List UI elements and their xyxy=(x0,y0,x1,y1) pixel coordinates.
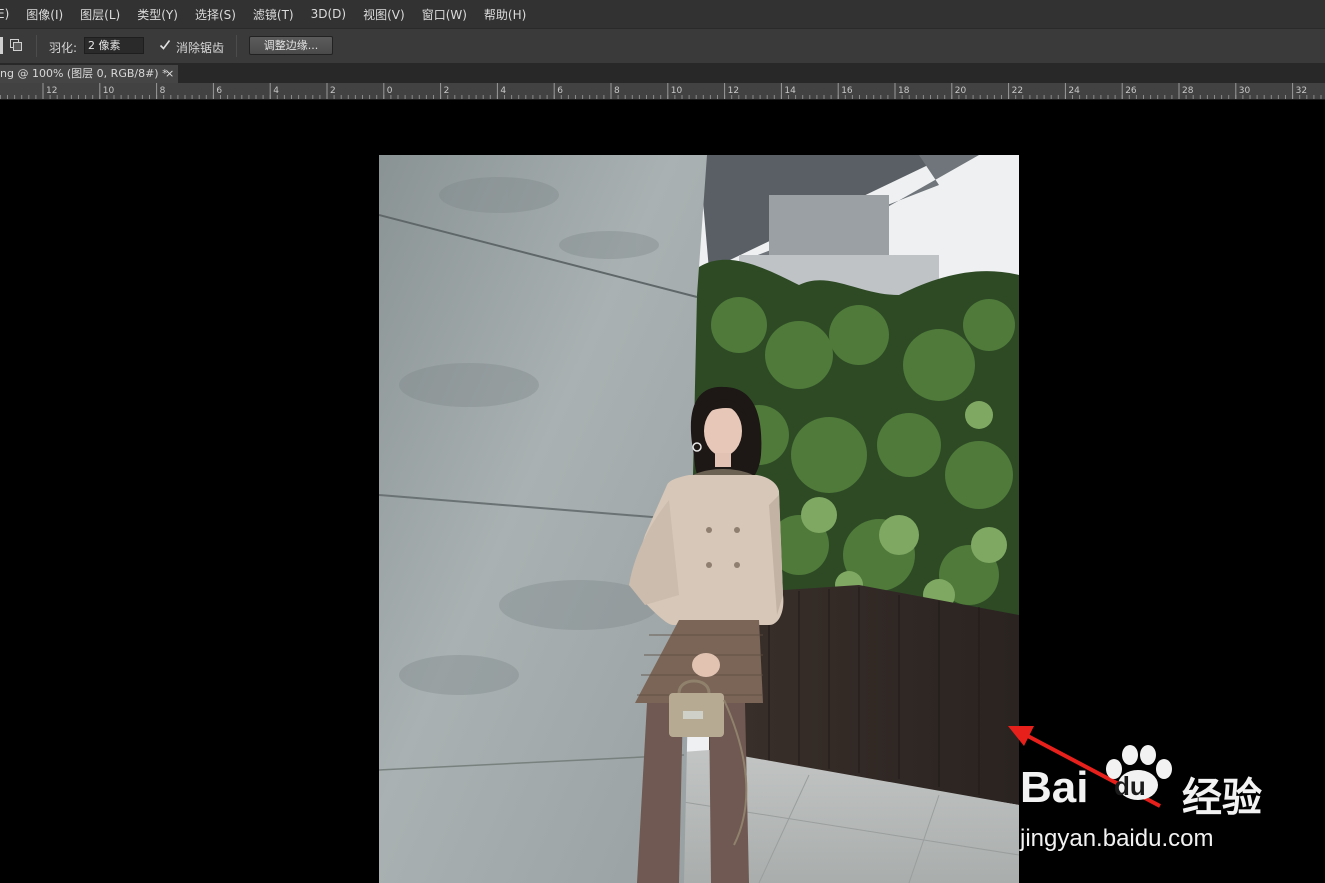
ruler-scale: 12 10 8 6 4 2 0 2 4 6 8 10 12 14 16 18 20 22 24 26 28 30 32 xyxy=(0,83,1322,99)
ruler-label: 8 xyxy=(160,86,166,96)
ruler-label: 2 xyxy=(330,86,336,96)
feather-label: 羽化: xyxy=(49,41,78,55)
menu-type[interactable]: 类型(Y) xyxy=(137,6,178,23)
baidu-brand-left: Bai xyxy=(1020,763,1089,812)
ruler-label: 20 xyxy=(955,86,967,96)
antialias-label: 消除锯齿 xyxy=(176,41,225,55)
ruler-label: 24 xyxy=(1068,86,1080,96)
feather-input[interactable]: 2 像素 xyxy=(84,37,144,54)
menu-image[interactable]: 图像(I) xyxy=(26,6,63,23)
ruler-label: 30 xyxy=(1239,86,1251,96)
ruler-label: 22 xyxy=(1012,86,1023,96)
intersect-selection-icon[interactable] xyxy=(9,38,23,52)
document-canvas[interactable]: Bai du 经验 jingyan.baidu.com xyxy=(0,100,1325,883)
options-bar: 羽化: 2 像素 消除锯齿 调整边缘... xyxy=(0,28,1325,64)
ruler-label: 8 xyxy=(614,86,620,96)
menu-edit[interactable]: E) xyxy=(0,7,9,21)
ruler-label: 28 xyxy=(1182,86,1194,96)
baidu-brand-cn: 经验 xyxy=(1182,775,1262,821)
menu-view[interactable]: 视图(V) xyxy=(363,6,405,23)
ruler-label: 26 xyxy=(1125,86,1137,96)
ruler-label: 14 xyxy=(784,86,796,96)
photo-image xyxy=(379,155,1019,883)
baidu-url: jingyan.baidu.com xyxy=(1020,825,1214,852)
antialias-checkbox[interactable] xyxy=(159,39,171,51)
ruler-label: 12 xyxy=(728,86,739,96)
menu-bar: E) 图像(I) 图层(L) 类型(Y) 选择(S) 滤镜(T) 3D(D) 视… xyxy=(0,0,1325,28)
menu-window[interactable]: 窗口(W) xyxy=(422,6,467,23)
ruler-label: 6 xyxy=(557,86,563,96)
refine-edge-button[interactable]: 调整边缘... xyxy=(249,36,333,55)
document-tab-title: ng @ 100% (图层 0, RGB/8#) * xyxy=(0,67,168,80)
ruler-label: 32 xyxy=(1296,86,1307,96)
ruler-label: 2 xyxy=(444,86,450,96)
ruler-label: 4 xyxy=(273,86,279,96)
menu-filter[interactable]: 滤镜(T) xyxy=(253,6,294,23)
ruler-label: 10 xyxy=(103,86,115,96)
ruler-label: 18 xyxy=(898,86,910,96)
horizontal-ruler: 12 10 8 6 4 2 0 2 4 6 8 10 12 14 16 18 20 22 24 26 28 30 32 xyxy=(0,83,1325,100)
options-divider xyxy=(236,35,237,57)
ruler-label: 6 xyxy=(216,86,222,96)
menu-help[interactable]: 帮助(H) xyxy=(484,6,526,23)
options-divider xyxy=(36,35,37,57)
menu-3d[interactable]: 3D(D) xyxy=(311,7,346,21)
ruler-label: 12 xyxy=(46,86,57,96)
baidu-watermark: Bai du 经验 jingyan.baidu.com xyxy=(1020,745,1320,865)
document-tab-bar: ng @ 100% (图层 0, RGB/8#) * × xyxy=(0,63,1325,83)
baidu-brand-right: du xyxy=(1114,771,1146,801)
document-tab[interactable]: ng @ 100% (图层 0, RGB/8#) * × xyxy=(0,65,178,83)
menu-layer[interactable]: 图层(L) xyxy=(80,6,120,23)
ruler-label: 16 xyxy=(841,86,853,96)
menu-select[interactable]: 选择(S) xyxy=(195,6,236,23)
ruler-label: 4 xyxy=(500,86,506,96)
close-tab-icon[interactable]: × xyxy=(165,65,174,83)
selection-mode-new-button[interactable] xyxy=(0,37,3,54)
photo-layer[interactable] xyxy=(379,155,1019,883)
ruler-label: 10 xyxy=(671,86,683,96)
ruler-label: 0 xyxy=(387,86,393,96)
